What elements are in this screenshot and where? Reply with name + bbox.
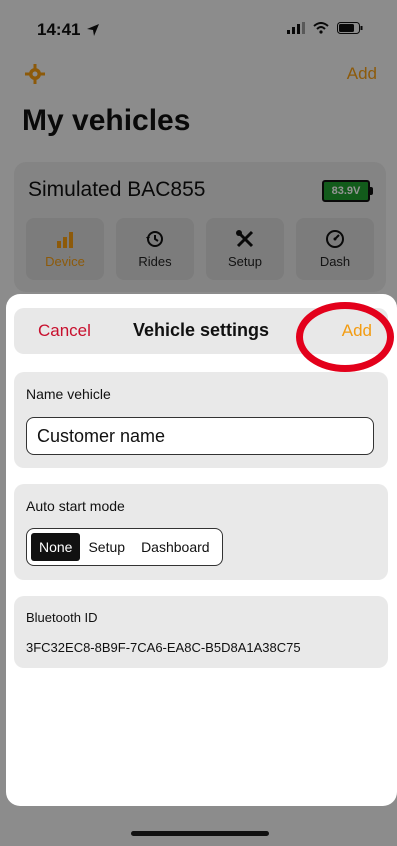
auto-start-segmented-control: None Setup Dashboard xyxy=(26,528,223,566)
name-vehicle-label: Name vehicle xyxy=(26,386,111,402)
segment-dashboard[interactable]: Dashboard xyxy=(133,533,218,561)
segment-setup[interactable]: Setup xyxy=(80,533,133,561)
home-indicator[interactable] xyxy=(131,831,269,836)
auto-start-section: Auto start mode None Setup Dashboard xyxy=(14,484,388,580)
highlight-annotation-circle xyxy=(296,302,394,372)
bluetooth-label: Bluetooth ID xyxy=(26,610,98,625)
bluetooth-id-value: 3FC32EC8-8B9F-7CA6-EA8C-B5D8A1A38C75 xyxy=(26,640,301,655)
segment-none[interactable]: None xyxy=(31,533,81,561)
auto-start-label: Auto start mode xyxy=(26,498,125,514)
name-vehicle-section: Name vehicle xyxy=(14,372,388,468)
vehicle-name-field[interactable] xyxy=(26,417,374,455)
bluetooth-section: Bluetooth ID 3FC32EC8-8B9F-7CA6-EA8C-B5D… xyxy=(14,596,388,668)
